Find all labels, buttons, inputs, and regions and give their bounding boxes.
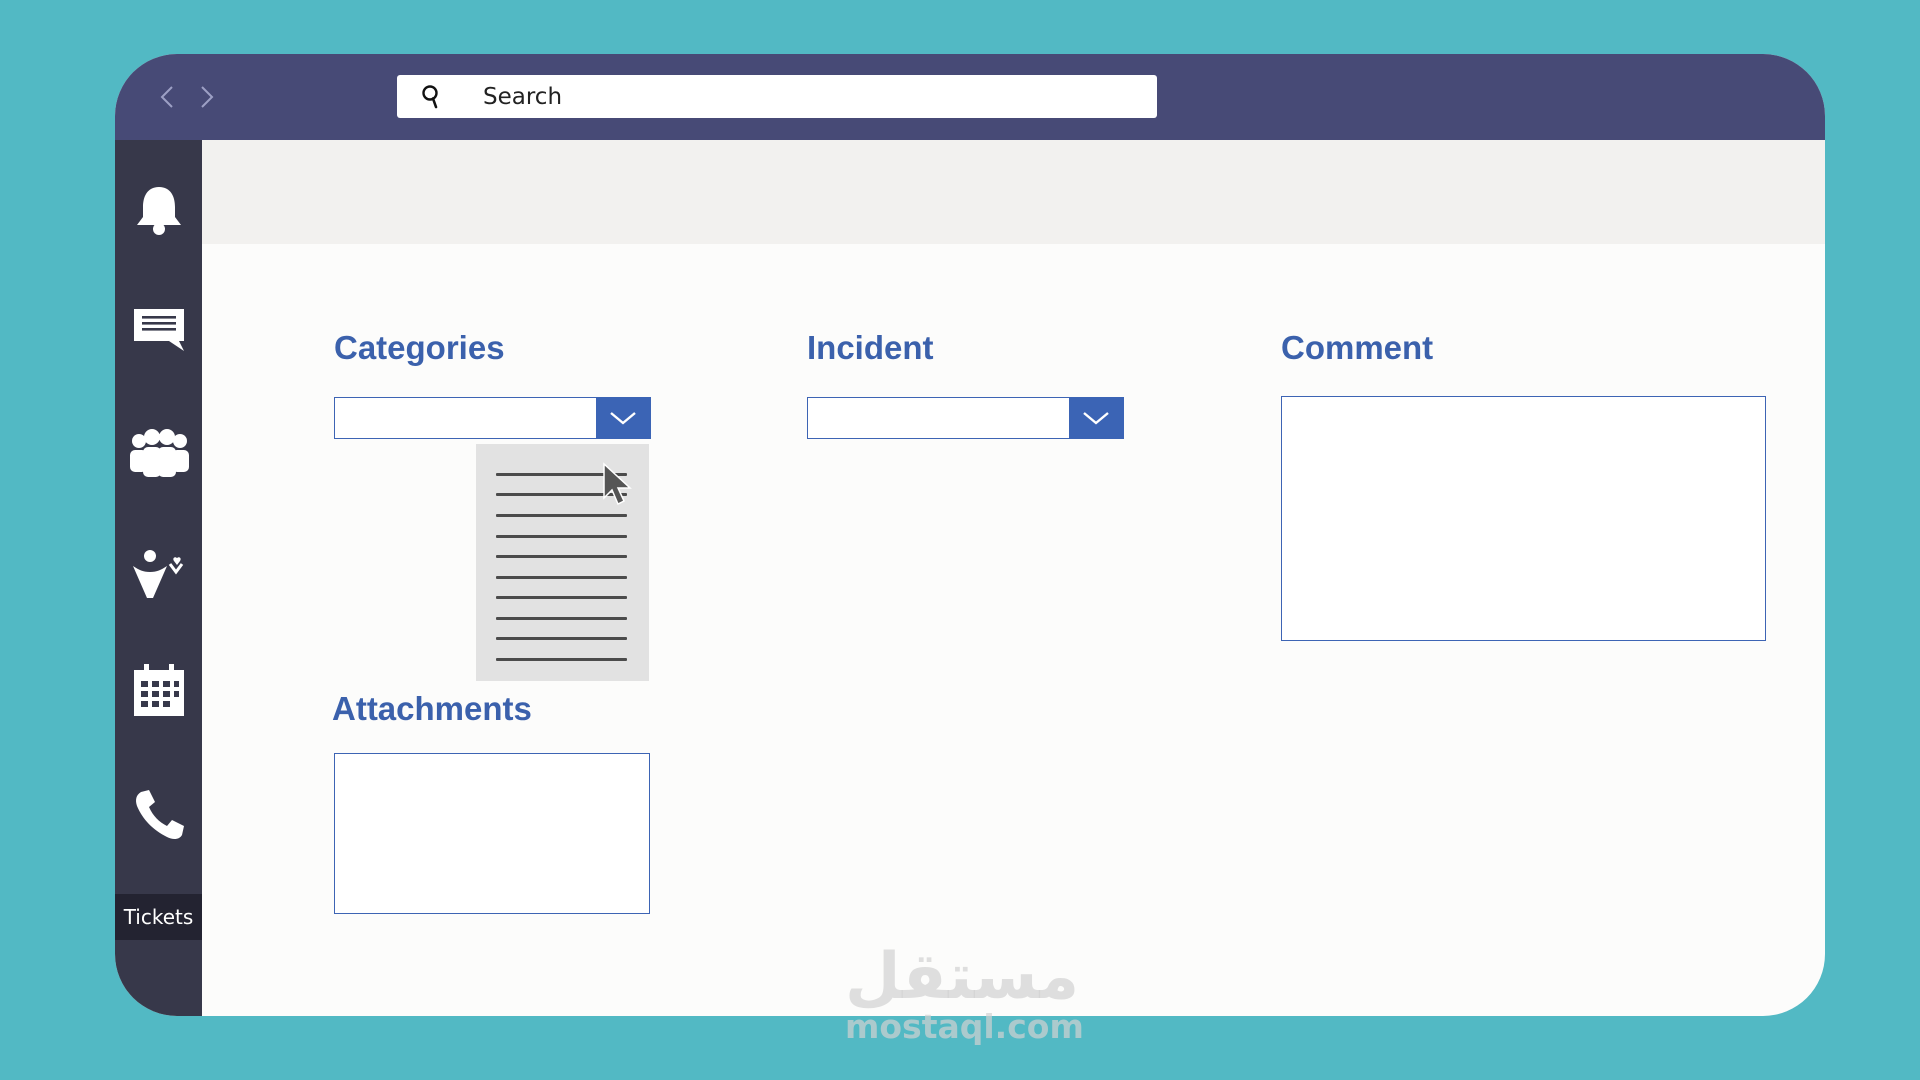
content-header [202, 140, 1825, 244]
chat-icon [133, 309, 184, 351]
forward-button[interactable] [192, 76, 222, 116]
dropdown-option[interactable] [496, 576, 627, 579]
phone-icon [135, 790, 184, 840]
incident-dropdown-button[interactable] [1068, 396, 1124, 439]
dropdown-option[interactable] [496, 596, 627, 599]
watermark-logo: مستقل [845, 940, 1080, 1014]
dropdown-option[interactable] [496, 637, 627, 640]
categories-label: Categories [334, 329, 505, 366]
chevron-right-icon [201, 86, 214, 108]
calendar-icon [133, 664, 184, 716]
bell-icon [136, 187, 181, 235]
sidebar-item-tickets[interactable]: Tickets [115, 894, 202, 940]
comment-label: Comment [1281, 329, 1434, 366]
sidebar: Tickets [115, 140, 202, 1016]
app-window: Tickets Categories Incident [115, 54, 1825, 1016]
sidebar-item-label: Tickets [123, 905, 194, 929]
sidebar-item-notifications[interactable] [115, 165, 202, 255]
sidebar-item-calls[interactable] [115, 770, 202, 860]
incident-label: Incident [807, 329, 934, 366]
mouse-pointer-icon [603, 462, 632, 506]
search-icon [422, 85, 438, 109]
sidebar-item-activity[interactable] [115, 531, 202, 621]
dropdown-option[interactable] [496, 514, 627, 517]
chevron-down-icon [1083, 411, 1109, 425]
watermark-url: mostaql.com [845, 1007, 1084, 1046]
sidebar-item-teams[interactable] [115, 409, 202, 499]
dropdown-option[interactable] [496, 617, 627, 620]
user-heart-icon [132, 550, 183, 598]
search-bar[interactable] [397, 75, 1157, 118]
top-bar [115, 54, 1825, 140]
sidebar-item-chat[interactable] [115, 286, 202, 376]
categories-dropdown-button[interactable] [595, 396, 651, 439]
sidebar-item-calendar[interactable] [115, 645, 202, 735]
attachments-dropzone[interactable] [334, 753, 650, 914]
comment-textarea[interactable] [1281, 396, 1766, 641]
back-button[interactable] [152, 76, 182, 116]
people-group-icon [129, 429, 189, 477]
watermark: مستقل mostaql.com [845, 940, 1084, 1046]
dropdown-option[interactable] [496, 658, 627, 661]
chevron-down-icon [610, 411, 636, 425]
categories-select[interactable] [334, 396, 651, 439]
chevron-left-icon [160, 86, 173, 108]
dropdown-option[interactable] [496, 535, 627, 538]
incident-select[interactable] [807, 396, 1124, 439]
attachments-label: Attachments [332, 690, 532, 727]
search-input[interactable] [483, 75, 1123, 118]
dropdown-option[interactable] [496, 555, 627, 558]
